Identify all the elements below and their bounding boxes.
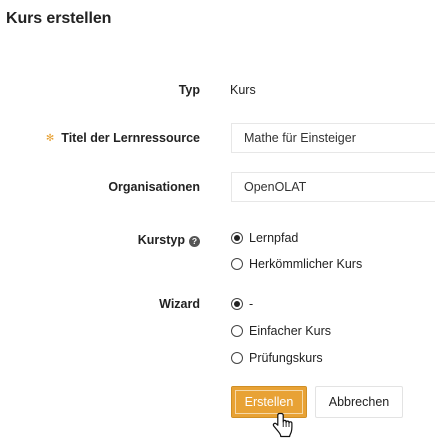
radio-checked-icon[interactable] — [231, 232, 243, 244]
wizard-option-label: Einfacher Kurs — [249, 324, 331, 338]
kurstyp-label: Kurstyp — [137, 233, 185, 247]
wizard-option-none[interactable]: - — [231, 297, 253, 311]
typ-value: Kurs — [230, 83, 256, 97]
kurstyp-option-herkoemmlich[interactable]: Herkömmlicher Kurs — [231, 257, 362, 271]
cancel-button[interactable]: Abbrechen — [315, 386, 403, 418]
kurstyp-option-label: Herkömmlicher Kurs — [249, 257, 363, 271]
organisationen-label: Organisationen — [108, 180, 200, 194]
typ-label: Typ — [178, 83, 200, 97]
wizard-option-pruefungskurs[interactable]: Prüfungskurs — [231, 351, 323, 365]
kurstyp-option-lernpfad[interactable]: Lernpfad — [231, 231, 298, 245]
page-title: Kurs erstellen — [6, 10, 112, 27]
wizard-option-label: Prüfungskurs — [249, 351, 323, 365]
titel-input[interactable] — [231, 123, 435, 153]
titel-label-row: ✻ Titel der Lernressource — [46, 131, 200, 145]
wizard-option-label: - — [249, 297, 254, 311]
kurstyp-label-row: Kurstyp? — [138, 233, 200, 247]
wizard-label: Wizard — [159, 297, 200, 311]
radio-unchecked-icon[interactable] — [231, 352, 243, 364]
radio-checked-icon[interactable] — [231, 298, 243, 310]
radio-unchecked-icon[interactable] — [231, 325, 243, 337]
asterisk-icon: ✻ — [45, 133, 55, 144]
radio-unchecked-icon[interactable] — [231, 258, 243, 270]
organisationen-input[interactable] — [231, 172, 435, 202]
help-circle-icon[interactable]: ? — [189, 236, 200, 247]
titel-label: Titel der Lernressource — [61, 131, 200, 145]
create-button[interactable]: Erstellen — [231, 386, 307, 418]
kurstyp-option-label: Lernpfad — [249, 231, 299, 245]
wizard-option-einfacher-kurs[interactable]: Einfacher Kurs — [231, 324, 331, 338]
